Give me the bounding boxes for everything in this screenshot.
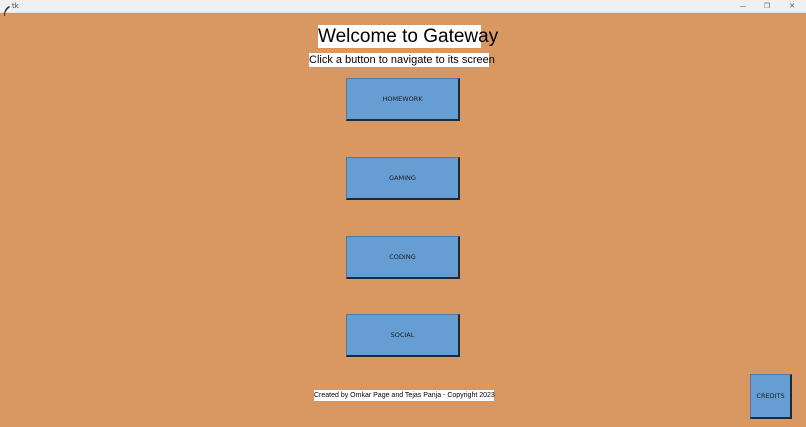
gaming-button[interactable]: GAMING [346, 157, 460, 200]
copyright-label: Created by Omkar Page and Tejas Panja - … [314, 390, 495, 401]
feather-icon [3, 1, 11, 16]
homework-button[interactable]: HOMEWORK [346, 78, 460, 121]
window-title: tk [12, 2, 19, 10]
page-title: Welcome to Gateway [318, 25, 499, 48]
credits-button[interactable]: CREDITS [750, 374, 792, 419]
minimize-button[interactable]: — [731, 0, 755, 12]
close-button[interactable]: ✕ [780, 0, 804, 12]
coding-button[interactable]: CODING [346, 236, 460, 279]
page-subtitle: Click a button to navigate to its screen [309, 53, 495, 67]
social-button[interactable]: SOCIAL [346, 314, 460, 357]
app-window: tk — ❐ ✕ Welcome to Gateway Click a butt… [0, 0, 806, 427]
title-bar[interactable]: tk — ❐ ✕ [0, 0, 806, 16]
maximize-button[interactable]: ❐ [755, 0, 779, 12]
